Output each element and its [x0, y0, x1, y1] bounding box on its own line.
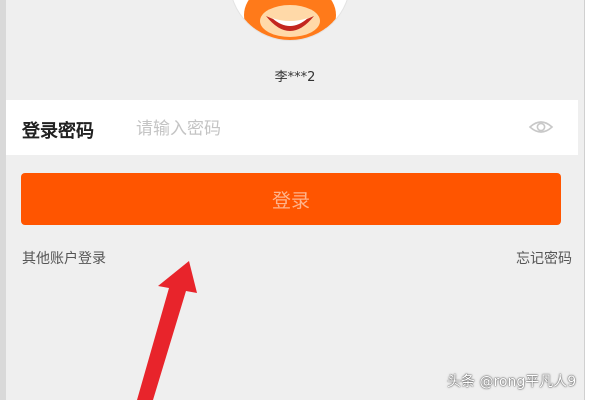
login-screen: 李***2 登录密码 登录 其他账户登录 忘记密码 — [6, 0, 584, 400]
phone-frame-right — [584, 0, 600, 400]
red-arrow-icon — [137, 261, 197, 400]
watermark-text: 头条 @rong平凡人9 — [447, 374, 577, 390]
